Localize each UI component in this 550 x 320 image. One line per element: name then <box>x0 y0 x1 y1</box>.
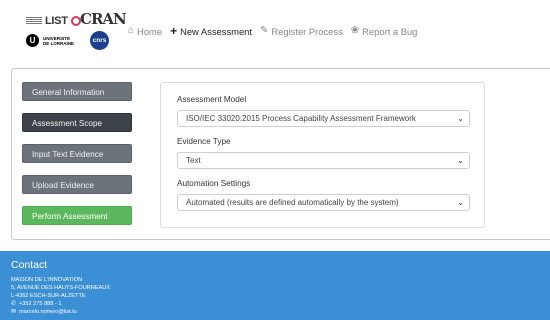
step-general-information-button[interactable]: General Information <box>22 82 132 101</box>
nav-register-process-label: Register Process <box>271 25 343 37</box>
evidence-type-select[interactable]: Text ⌄ <box>177 152 470 169</box>
nav-report-bug-label: Report a Bug <box>362 25 418 37</box>
footer-email-text: marcelo.romero@list.lu <box>19 309 77 315</box>
footer-address-line1: MAISON DE L'INNOVATION <box>11 277 83 283</box>
footer-title: Contact <box>11 259 48 271</box>
steps-sidebar: General Information Assessment Scope Inp… <box>22 82 132 237</box>
assessment-card: General Information Assessment Scope Inp… <box>11 68 550 240</box>
list-logo: LIST <box>26 14 81 28</box>
footer-email[interactable]: ✉ marcelo.romero@list.lu <box>11 308 550 316</box>
cnrs-logo: cnrs <box>90 31 109 50</box>
chevron-down-icon: ⌄ <box>457 156 464 165</box>
footer: Contact MAISON DE L'INNOVATION 5, AVENUE… <box>0 251 550 320</box>
plus-icon: + <box>170 24 178 38</box>
footer-address-line3: L-4362 ESCH-SUR-ALZETTE <box>11 293 86 299</box>
assessment-model-value: ISO/IEC 33020:2015 Process Capability As… <box>186 114 416 123</box>
universite-lorraine-logo: U UNIVERSITÉ DE LORRAINE <box>26 34 74 47</box>
nav-report-bug[interactable]: ❀ Report a Bug <box>351 26 418 37</box>
automation-settings-select[interactable]: Automated (results are defined automatic… <box>177 194 470 211</box>
nav-home[interactable]: ⌂ Home <box>128 26 162 37</box>
evidence-type-value: Text <box>186 156 201 165</box>
footer-phone-text: +352 275 888 - 1 <box>19 301 62 307</box>
evidence-type-label: Evidence Type <box>177 137 231 146</box>
ul-logo-text: UNIVERSITÉ DE LORRAINE <box>43 36 74 46</box>
cran-logo: CRAN <box>80 10 127 28</box>
step-assessment-scope-button[interactable]: Assessment Scope <box>22 113 132 132</box>
nav-new-assessment-label: New Assessment <box>180 25 252 37</box>
step-input-text-evidence-button[interactable]: Input Text Evidence <box>22 144 132 163</box>
footer-address-line2: 5, AVENUE DES HAUTS-FOURNEAUX <box>11 285 111 291</box>
home-icon: ⌂ <box>128 25 135 36</box>
step-upload-evidence-button[interactable]: Upload Evidence <box>22 175 132 194</box>
chevron-down-icon: ⌄ <box>457 114 464 123</box>
list-logo-lines-icon <box>26 17 42 25</box>
automation-settings-value: Automated (results are defined automatic… <box>186 198 399 207</box>
ul-circle-icon: U <box>26 34 39 47</box>
footer-phone: ✆ +352 275 888 - 1 <box>11 300 550 308</box>
pencil-icon: ✎ <box>259 25 269 36</box>
envelope-icon: ✉ <box>11 309 17 315</box>
nav-register-process[interactable]: ✎ Register Process <box>260 26 343 37</box>
assessment-model-select[interactable]: ISO/IEC 33020:2015 Process Capability As… <box>177 110 470 127</box>
nav-home-label: Home <box>137 25 163 37</box>
automation-settings-label: Automation Settings <box>177 179 251 188</box>
bug-icon: ❀ <box>350 25 360 36</box>
chevron-down-icon: ⌄ <box>457 198 464 207</box>
phone-icon: ✆ <box>11 301 17 307</box>
perform-assessment-button[interactable]: Perform Assessment <box>22 206 132 225</box>
assessment-scope-form: Assessment Model ISO/IEC 33020:2015 Proc… <box>160 82 485 228</box>
list-logo-text: LIST <box>45 15 68 27</box>
assessment-model-label: Assessment Model <box>177 95 247 104</box>
ul-logo-line2: DE LORRAINE <box>43 40 75 46</box>
header: LIST CRAN U UNIVERSITÉ DE LORRAINE cnrs … <box>0 0 550 58</box>
main-nav: ⌂ Home + New Assessment ✎ Register Proce… <box>128 25 425 37</box>
nav-new-assessment[interactable]: + New Assessment <box>170 25 252 37</box>
